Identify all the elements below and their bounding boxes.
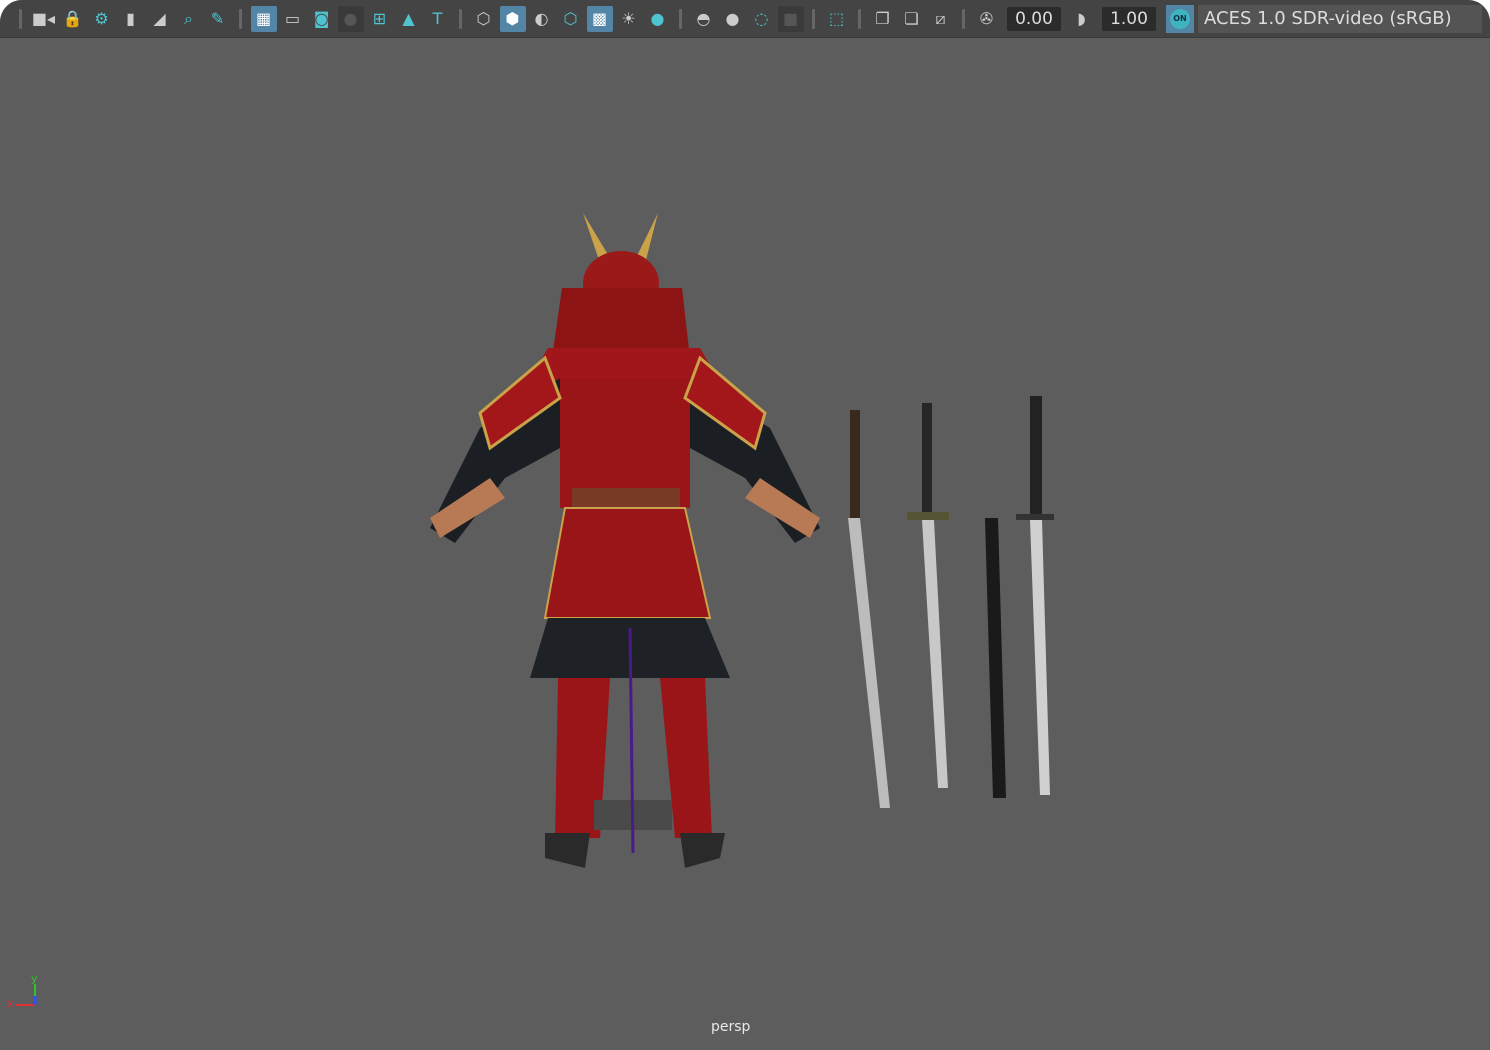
toolbar-separator bbox=[962, 8, 965, 29]
toolbar-separator bbox=[858, 8, 861, 29]
exposure-field[interactable]: 0.00 bbox=[1007, 6, 1061, 31]
ambient-occlusion-icon[interactable]: ◓ bbox=[691, 6, 717, 32]
isolate-select-icon[interactable]: ⬚ bbox=[824, 6, 850, 32]
safe-title-icon[interactable]: T bbox=[425, 6, 451, 32]
katana-2 bbox=[907, 403, 949, 788]
maya-viewport-panel: ■◂ 🔒 ⚙ ▮ ◢ ⌕ ✎ ▦ ▭ ◙ ● ⊞ ▲ T ⬡ ⬢ ◐ ⬡ ▩ ☀ ● ◓ ● ◌ ■ ⬚ ❐ ❏ ⧄ ✇ 0.00 ◗ 1… bbox=[0, 0, 1490, 1050]
gamma-icon[interactable]: ◗ bbox=[1069, 6, 1095, 32]
scabbard bbox=[985, 518, 1006, 798]
toolbar-separator bbox=[812, 8, 815, 29]
lock-camera-icon[interactable]: 🔒 bbox=[60, 6, 86, 32]
samurai-model bbox=[430, 213, 820, 868]
gate-mask-icon[interactable]: ● bbox=[337, 5, 364, 32]
xray-icon[interactable]: ❐ bbox=[870, 6, 896, 32]
viewport-toolbar: ■◂ 🔒 ⚙ ▮ ◢ ⌕ ✎ ▦ ▭ ◙ ● ⊞ ▲ T ⬡ ⬢ ◐ ⬡ ▩ ☀ ● ◓ ● ◌ ■ ⬚ ❐ ❏ ⧄ ✇ 0.00 ◗ 1… bbox=[0, 0, 1490, 38]
field-chart-icon[interactable]: ⊞ bbox=[367, 6, 393, 32]
shadows-icon[interactable]: ● bbox=[645, 6, 671, 32]
toolbar-separator bbox=[19, 8, 22, 29]
safe-action-icon[interactable]: ▲ bbox=[396, 6, 422, 32]
axis-x-label: x bbox=[7, 997, 14, 1010]
xray-joints-icon[interactable]: ❏ bbox=[899, 6, 925, 32]
2d-pan-zoom-icon[interactable]: ⌕ bbox=[176, 6, 202, 32]
toolbar-separator bbox=[679, 8, 682, 29]
axis-y-label: y bbox=[31, 972, 38, 985]
textured-icon[interactable]: ▩ bbox=[586, 5, 613, 32]
film-gate-icon[interactable]: ▭ bbox=[280, 6, 306, 32]
bookmark-icon[interactable]: ▮ bbox=[118, 6, 144, 32]
depth-of-field-icon[interactable]: ■ bbox=[777, 5, 804, 32]
wireframe-on-shaded-icon[interactable]: ⬡ bbox=[558, 6, 584, 32]
color-management-toggle[interactable]: ON bbox=[1166, 4, 1194, 33]
color-space-dropdown[interactable]: ACES 1.0 SDR-video (sRGB) bbox=[1198, 4, 1482, 33]
smooth-shade-icon[interactable]: ⬢ bbox=[499, 5, 526, 32]
xray-components-icon[interactable]: ⧄ bbox=[928, 6, 954, 32]
camera-name-label: persp bbox=[711, 1019, 751, 1035]
image-plane-icon[interactable]: ◢ bbox=[147, 6, 173, 32]
axis-gizmo: y x bbox=[7, 972, 38, 1010]
use-all-lights-icon[interactable]: ☀ bbox=[616, 6, 642, 32]
motion-blur-icon[interactable]: ● bbox=[720, 6, 746, 32]
3d-scene[interactable] bbox=[0, 38, 1490, 1050]
katana-3 bbox=[1016, 396, 1054, 795]
resolution-gate-icon[interactable]: ◙ bbox=[309, 6, 335, 32]
default-material-icon[interactable]: ◐ bbox=[529, 6, 555, 32]
toolbar-separator bbox=[459, 8, 462, 29]
camera-attributes-icon[interactable]: ⚙ bbox=[89, 6, 115, 32]
camera-icon[interactable]: ■◂ bbox=[31, 6, 57, 32]
gamma-field[interactable]: 1.00 bbox=[1102, 6, 1156, 31]
wireframe-icon[interactable]: ⬡ bbox=[471, 6, 497, 32]
toolbar-separator bbox=[239, 8, 242, 29]
exposure-icon[interactable]: ✇ bbox=[974, 6, 1000, 32]
grid-icon[interactable]: ▦ bbox=[250, 5, 277, 32]
grease-pencil-icon[interactable]: ✎ bbox=[205, 6, 231, 32]
katana-1 bbox=[848, 410, 890, 808]
on-icon: ON bbox=[1170, 8, 1190, 29]
anti-aliasing-icon[interactable]: ◌ bbox=[749, 6, 775, 32]
